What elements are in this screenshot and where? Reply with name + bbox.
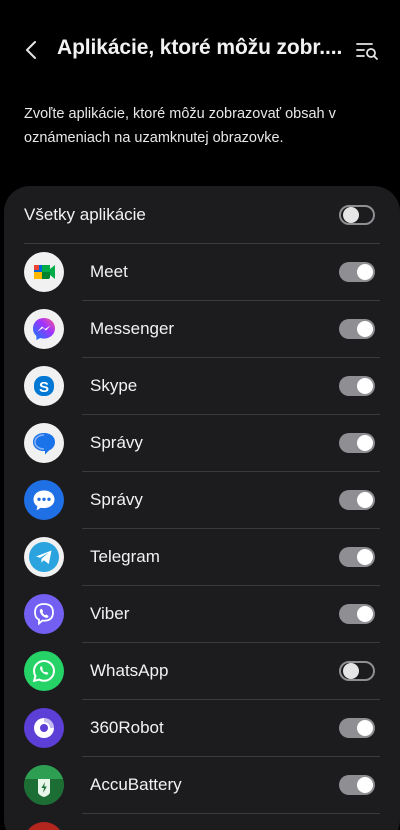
samsung-messages-icon [24, 480, 64, 520]
app-toggle[interactable] [339, 604, 375, 624]
app-name: 360Robot [90, 718, 164, 737]
app-toggle[interactable] [339, 490, 375, 510]
accubattery-icon [24, 765, 64, 805]
all-apps-row[interactable]: Všetky aplikácie [4, 186, 400, 244]
search-filter-button[interactable] [355, 38, 379, 62]
telegram-icon [24, 537, 64, 577]
list-item-whatsapp[interactable]: WhatsApp [4, 643, 400, 700]
description-text: Zvoľte aplikácie, ktoré môžu zobrazovať … [24, 106, 336, 146]
list-item-google-messages[interactable]: Správy [4, 415, 400, 472]
all-apps-toggle[interactable] [339, 205, 375, 225]
app-toggle[interactable] [339, 661, 375, 681]
app-name: Telegram [90, 547, 160, 566]
app-name: Správy [90, 433, 143, 452]
app-toggle[interactable] [339, 262, 375, 282]
app-toggle[interactable] [339, 433, 375, 453]
viber-icon [24, 594, 64, 634]
google-messages-icon [24, 423, 64, 463]
app-icon [24, 822, 64, 830]
app-name: Messenger [90, 319, 175, 338]
app-name: AccuBattery [90, 775, 182, 794]
app-toggle[interactable] [339, 718, 375, 738]
app-name: Meet [90, 262, 128, 281]
messenger-icon [24, 309, 64, 349]
google-meet-icon [24, 252, 64, 292]
app-name: Správy [90, 490, 143, 509]
back-button[interactable] [20, 38, 44, 62]
list-item-skype[interactable]: S Skype [4, 358, 400, 415]
list-item-messenger[interactable]: Messenger [4, 301, 400, 358]
apps-list-card: Všetky aplikácie Meet Messenger S Skype … [4, 186, 400, 830]
app-name: WhatsApp [90, 661, 169, 680]
list-item-telegram[interactable]: Telegram [4, 529, 400, 586]
whatsapp-icon [24, 651, 64, 691]
list-item-meet[interactable]: Meet [4, 244, 400, 301]
divider [82, 813, 380, 814]
app-toggle[interactable] [339, 547, 375, 567]
app-toggle[interactable] [339, 376, 375, 396]
list-item-360robot[interactable]: 360Robot [4, 700, 400, 757]
app-name: Skype [90, 376, 138, 395]
list-item-accubattery[interactable]: AccuBattery [4, 757, 400, 814]
list-search-icon [356, 43, 378, 60]
chevron-left-icon [26, 41, 36, 59]
app-name: Viber [90, 604, 130, 623]
list-item-samsung-messages[interactable]: Správy [4, 472, 400, 529]
app-toggle[interactable] [339, 775, 375, 795]
page-title: Aplikácie, ktoré môžu zobr.... [57, 36, 343, 59]
skype-icon: S [24, 366, 64, 406]
list-item-viber[interactable]: Viber [4, 586, 400, 643]
svg-text:S: S [39, 379, 49, 396]
all-apps-label: Všetky aplikácie [24, 205, 146, 224]
app-bar: Aplikácie, ktoré môžu zobr.... [0, 0, 400, 100]
360robot-icon [24, 708, 64, 748]
app-toggle[interactable] [339, 319, 375, 339]
